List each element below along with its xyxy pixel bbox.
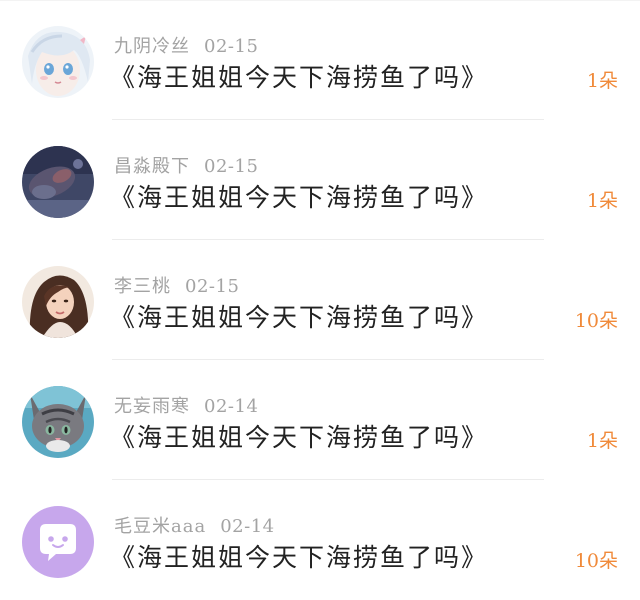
username[interactable]: 昌淼殿下 [114,156,190,177]
username[interactable]: 九阴冷丝 [114,36,190,57]
item-title[interactable]: 《海王姐姐今天下海捞鱼了吗》 [110,58,488,94]
date: 02-14 [204,396,259,417]
flower-count: 10朵 [574,310,618,332]
list-item[interactable]: 九阴冷丝 02-15 《海王姐姐今天下海捞鱼了吗》 1朵 [0,0,640,120]
woman-portrait-avatar-icon[interactable] [22,266,94,338]
item-meta: 李三桃 02-15 [114,272,239,298]
kitten-avatar-icon[interactable] [22,386,94,458]
username[interactable]: 李三桃 [114,276,171,297]
flower-count: 1朵 [586,70,618,92]
date: 02-15 [204,36,259,57]
flower-count: 10朵 [574,550,618,572]
dark-photo-avatar-icon[interactable] [22,146,94,218]
item-title[interactable]: 《海王姐姐今天下海捞鱼了吗》 [110,538,488,574]
username[interactable]: 无妄雨寒 [114,396,190,417]
item-title[interactable]: 《海王姐姐今天下海捞鱼了吗》 [110,298,488,334]
date: 02-14 [220,516,275,537]
gift-record-list: 九阴冷丝 02-15 《海王姐姐今天下海捞鱼了吗》 1朵 昌淼殿下 02-15 《海… [0,0,640,593]
item-meta: 九阴冷丝 02-15 [114,32,258,58]
list-item[interactable]: 李三桃 02-15 《海王姐姐今天下海捞鱼了吗》 10朵 [0,240,640,360]
item-title[interactable]: 《海王姐姐今天下海捞鱼了吗》 [110,418,488,454]
list-item[interactable]: 毛豆米aaa 02-14 《海王姐姐今天下海捞鱼了吗》 10朵 [0,480,640,600]
item-title[interactable]: 《海王姐姐今天下海捞鱼了吗》 [110,178,488,214]
item-meta: 昌淼殿下 02-15 [114,152,258,178]
anime-girl-avatar-icon[interactable] [22,26,94,98]
list-item[interactable]: 无妄雨寒 02-14 《海王姐姐今天下海捞鱼了吗》 1朵 [0,360,640,480]
list-item[interactable]: 昌淼殿下 02-15 《海王姐姐今天下海捞鱼了吗》 1朵 [0,120,640,240]
date: 02-15 [185,276,240,297]
item-meta: 无妄雨寒 02-14 [114,392,258,418]
flower-count: 1朵 [586,190,618,212]
default-chat-avatar-icon[interactable] [22,506,94,578]
username[interactable]: 毛豆米aaa [114,516,206,537]
flower-count: 1朵 [586,430,618,452]
date: 02-15 [204,156,259,177]
item-meta: 毛豆米aaa 02-14 [114,512,275,538]
